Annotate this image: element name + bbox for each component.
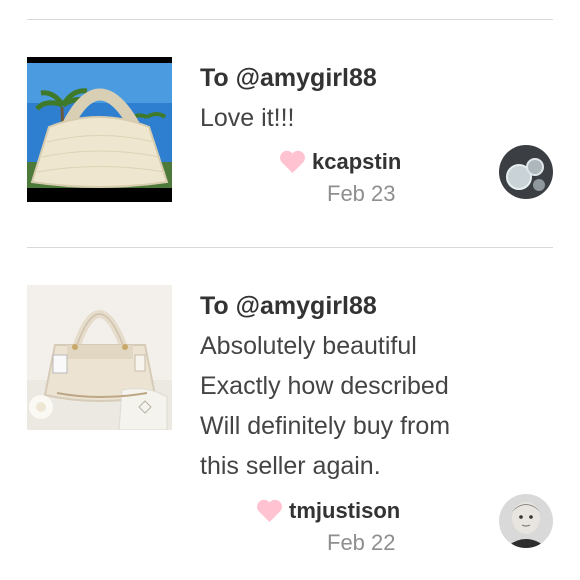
heart-icon[interactable] — [279, 150, 306, 174]
divider — [27, 19, 553, 20]
reviewer-username[interactable]: kcapstin — [312, 149, 401, 175]
review-date: Feb 22 — [327, 530, 396, 555]
divider — [27, 247, 553, 248]
user-avatar-photo[interactable] — [499, 494, 553, 548]
review-meta: tmjustison Feb 22 — [253, 494, 553, 564]
heart-icon[interactable] — [256, 499, 283, 523]
review-text: To @amygirl88 Love it!!! — [200, 63, 533, 138]
review-recipient[interactable]: To @amygirl88 — [200, 291, 533, 321]
review-message: Love it!!! — [200, 104, 295, 132]
hobo-handbag-photo[interactable] — [27, 57, 172, 202]
review-message: Absolutely beautiful Exactly how describ… — [200, 332, 451, 480]
review-date: Feb 23 — [327, 181, 396, 206]
reviews-page: To @amygirl88 Love it!!! kcapstin Feb 23 — [0, 0, 580, 580]
review-meta: kcapstin Feb 23 — [253, 145, 553, 215]
review-item: To @amygirl88 Absolutely beautiful Exact… — [27, 285, 553, 565]
review-recipient[interactable]: To @amygirl88 — [200, 63, 533, 93]
user-avatar-photo[interactable] — [499, 145, 553, 199]
review-text: To @amygirl88 Absolutely beautiful Exact… — [200, 291, 533, 486]
satchel-handbag-photo[interactable] — [27, 285, 172, 430]
review-item: To @amygirl88 Love it!!! kcapstin Feb 23 — [27, 57, 553, 217]
reviewer-username[interactable]: tmjustison — [289, 498, 400, 524]
